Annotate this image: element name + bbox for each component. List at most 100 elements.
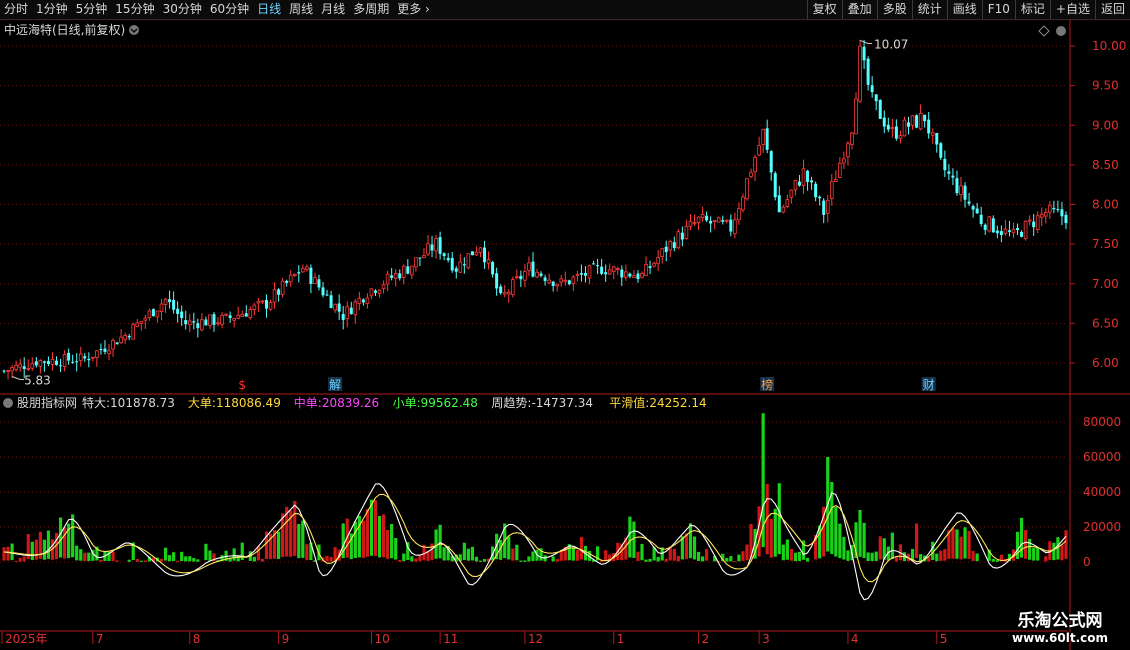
tool-button[interactable]: 多股 <box>876 0 912 19</box>
candle-body <box>483 247 487 263</box>
volume-bar <box>737 554 741 562</box>
tool-button[interactable]: F10 <box>981 0 1015 19</box>
value-tick-label: 60000 <box>1083 450 1121 464</box>
period-tab[interactable]: 周线 <box>285 0 317 19</box>
tool-button[interactable]: 统计 <box>911 0 947 19</box>
candle-body <box>196 323 200 329</box>
chevron-down-icon[interactable] <box>129 25 139 35</box>
candle-body <box>151 309 155 317</box>
volume-bar <box>781 544 785 561</box>
candle-body <box>67 352 71 361</box>
candle-body <box>208 314 212 326</box>
candle-body <box>902 119 907 137</box>
value-tick-label: 40000 <box>1083 485 1121 499</box>
candle-body <box>361 299 365 303</box>
candle-body <box>446 257 450 261</box>
tool-button[interactable]: 标记 <box>1014 0 1050 19</box>
candle-body <box>890 127 895 129</box>
candle-body <box>325 294 329 296</box>
period-tab[interactable]: 60分钟 <box>206 0 253 19</box>
volume-bar <box>939 550 943 561</box>
volume-bar <box>1060 544 1064 561</box>
candle-body <box>862 46 866 61</box>
volume-bar <box>390 524 394 559</box>
period-tab[interactable]: 月线 <box>317 0 349 19</box>
volume-bar <box>1019 517 1024 558</box>
candle-body <box>71 361 75 363</box>
candle-body <box>838 162 842 179</box>
candle-body <box>656 257 660 265</box>
period-tab[interactable]: 日线 <box>253 0 285 19</box>
event-marker[interactable]: 财 <box>923 378 935 392</box>
volume-bar <box>959 536 963 560</box>
event-marker[interactable]: $ <box>238 378 246 392</box>
candle-body <box>745 178 749 200</box>
tool-button[interactable]: 返回 <box>1094 0 1130 19</box>
candle-body <box>458 261 463 273</box>
candle-body <box>353 301 358 316</box>
volume-bar <box>575 549 579 561</box>
candle-body <box>757 145 761 156</box>
price-tick-label: 7.50 <box>1092 237 1119 251</box>
volume-bar <box>894 556 898 562</box>
candle-body <box>785 199 790 207</box>
candle-body <box>664 246 668 253</box>
candle-body <box>333 303 337 311</box>
tool-button[interactable]: 叠加 <box>841 0 877 19</box>
candle-body <box>781 206 786 213</box>
candle-body <box>42 361 46 363</box>
candle-body <box>829 181 834 199</box>
tool-button[interactable]: 复权 <box>806 0 842 19</box>
volume-bar <box>967 530 971 559</box>
volume-bar <box>725 558 729 562</box>
tool-button[interactable]: 画线 <box>946 0 982 19</box>
price-tick-label: 8.00 <box>1092 198 1119 212</box>
volume-bar <box>870 552 874 562</box>
volume-bar <box>377 515 382 558</box>
chart-area[interactable]: 10.00 9.50 9.00 8.50 8.00 7.50 7.00 6.50 6.00 800… <box>0 20 1130 650</box>
candle-body <box>519 275 523 280</box>
indicator-legend-item: 中单:20839.26 <box>294 395 379 410</box>
period-tab[interactable]: 5分钟 <box>72 0 112 19</box>
period-tab[interactable]: 15分钟 <box>111 0 158 19</box>
tool-button[interactable]: +自选 <box>1049 0 1095 19</box>
volume-bar <box>858 509 862 557</box>
volume-bar <box>604 550 608 561</box>
candle-body <box>184 320 188 325</box>
candle-body <box>1052 207 1056 210</box>
candle-body <box>607 269 612 275</box>
candle-body <box>822 200 826 215</box>
low-price-label: 5.83 <box>24 373 51 387</box>
candle-body <box>709 220 713 224</box>
candle-body <box>749 172 753 177</box>
event-marker[interactable]: 解 <box>329 378 341 392</box>
period-tab[interactable]: 30分钟 <box>159 0 206 19</box>
candle-body <box>78 353 83 361</box>
candle-body <box>737 208 741 221</box>
candle-body <box>365 297 370 304</box>
period-tab[interactable]: 更多 › <box>393 0 434 19</box>
chevron-down-icon[interactable] <box>1056 26 1066 36</box>
candle-body <box>939 143 943 158</box>
candle-body <box>55 360 59 365</box>
candle-body <box>418 257 422 259</box>
period-tab[interactable]: 分时 <box>0 0 32 19</box>
chevron-down-icon[interactable] <box>3 398 13 408</box>
candle-body <box>135 322 140 327</box>
candle-body <box>640 273 644 278</box>
time-axis-label: 5 <box>940 632 948 646</box>
indicator-name: 股朋指标网 <box>17 395 77 410</box>
candle-body <box>26 368 31 370</box>
event-marker[interactable]: 榜 <box>761 377 773 392</box>
period-tab[interactable]: 多周期 <box>349 0 393 19</box>
period-tab[interactable]: 1分钟 <box>32 0 72 19</box>
price-tick-label: 10.00 <box>1092 39 1126 53</box>
candle-body <box>620 269 624 278</box>
candle-body <box>668 241 673 251</box>
candle-body <box>244 313 248 317</box>
time-axis-label: 12 <box>528 632 543 646</box>
candle-body <box>600 266 604 274</box>
time-axis-label: 4 <box>851 632 859 646</box>
candle-body <box>951 175 955 178</box>
volume-bar <box>482 558 487 562</box>
